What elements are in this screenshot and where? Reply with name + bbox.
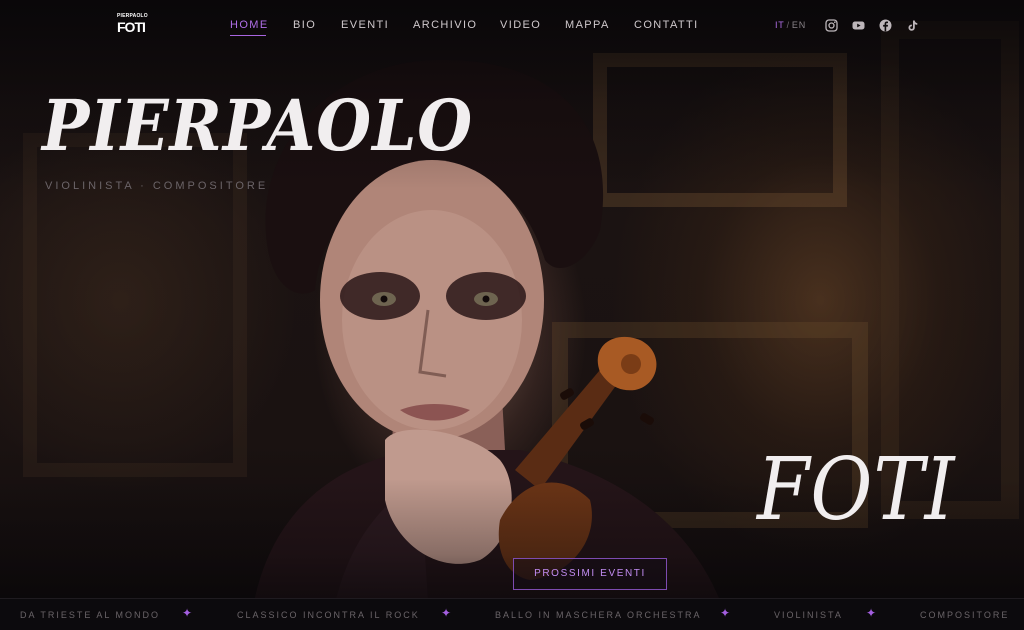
lang-en-link[interactable]: EN [792,20,806,30]
hero-first-name: PIERPAOLO [42,84,474,167]
tiktok-icon[interactable] [906,19,919,32]
nav-item-video[interactable]: VIDEO [500,19,541,31]
star-separator-icon: ✦ [720,606,731,620]
nav-item-home[interactable]: HOME [230,19,269,31]
ticker-item: VIOLINISTA [774,610,843,620]
star-separator-icon: ✦ [441,606,452,620]
lang-separator: / [786,20,790,30]
lang-it-link[interactable]: IT [775,20,785,30]
facebook-icon[interactable] [879,19,892,32]
nav-item-mappa[interactable]: MAPPA [565,19,610,31]
active-nav-indicator [230,35,266,36]
instagram-icon[interactable] [825,19,838,32]
nav-item-bio[interactable]: BIO [293,19,316,31]
ticker-item: DA TRIESTE AL MONDO [20,610,161,620]
logo-main-text: FOTI [117,19,146,35]
upcoming-events-button[interactable]: PROSSIMI EVENTI [513,558,667,590]
star-separator-icon: ✦ [866,606,877,620]
youtube-icon[interactable] [852,19,865,32]
ticker-item: COMPOSITORE [920,610,1010,620]
site-header: PIERPAOLO FOTI HOME BIO EVENTI ARCHIVIO … [0,0,1024,52]
site-logo[interactable]: PIERPAOLO FOTI [117,14,148,35]
ticker-item: BALLO IN MASCHERA ORCHESTRA [495,610,702,620]
nav-item-contatti[interactable]: CONTATTI [634,19,699,31]
nav-item-eventi[interactable]: EVENTI [341,19,389,31]
ticker-item: CLASSICO INCONTRA IL ROCK [237,610,420,620]
hero-last-name: FOTI [757,440,956,540]
language-switcher: IT / EN [775,20,806,30]
hero-subtitle: VIOLINISTA · COMPOSITORE [45,180,269,192]
marquee-ticker: DA TRIESTE AL MONDO ✦ CLASSICO INCONTRA … [0,598,1024,630]
nav-item-archivio[interactable]: ARCHIVIO [413,19,477,31]
star-separator-icon: ✦ [182,606,193,620]
